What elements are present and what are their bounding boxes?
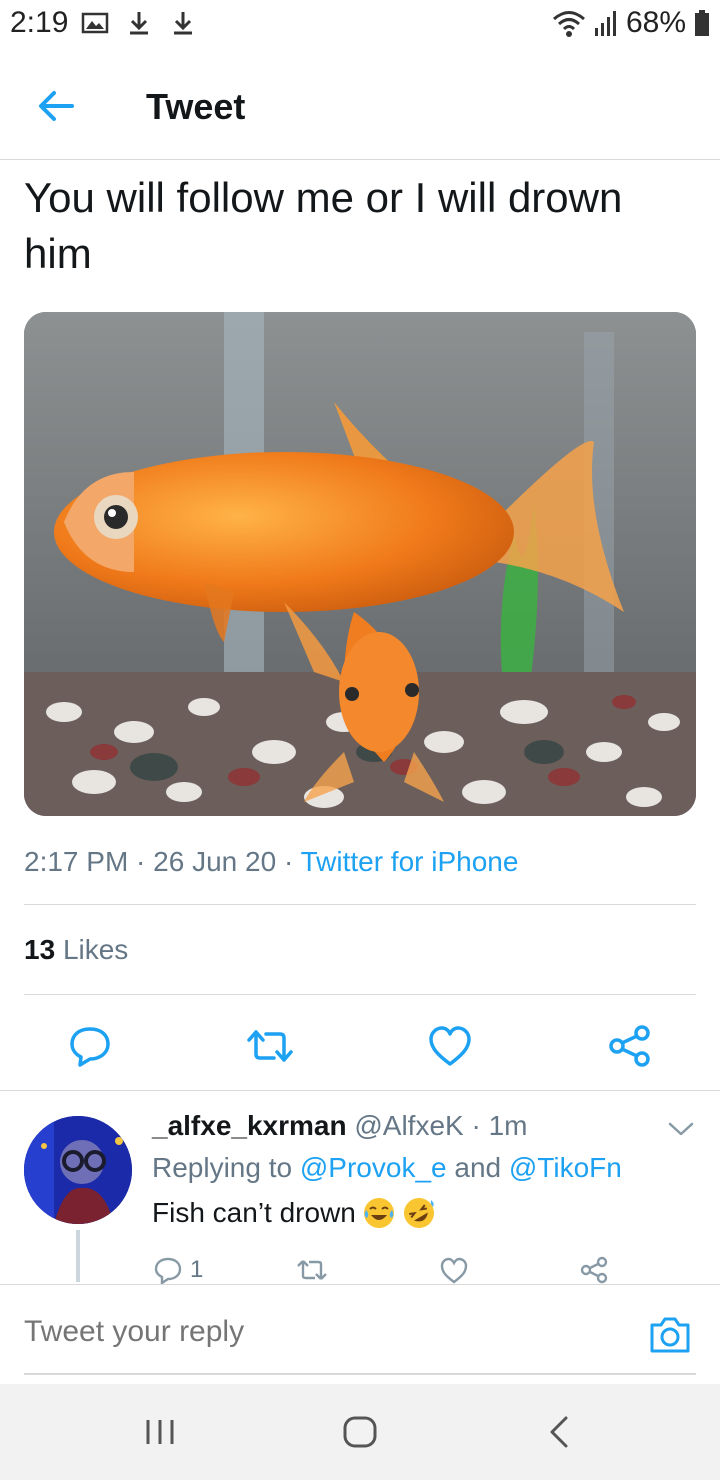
share-icon [609,1025,650,1067]
likes-label: Likes [62,934,129,965]
back-arrow-icon[interactable] [30,80,82,132]
tweet-actions [0,1020,720,1072]
likes-count[interactable]: 13 Likes [24,934,128,966]
replying-prefix: Replying to [152,1152,300,1183]
reply-icon [154,1257,182,1284]
chevron-down-icon[interactable] [664,1114,698,1144]
reply-display-name[interactable]: _alfxe_kxrman [152,1110,347,1141]
replying-and: and [446,1152,509,1183]
likes-number: 13 [24,934,56,965]
like-icon [429,1026,471,1066]
download-icon [174,12,192,35]
gallery-notification-icon [81,12,109,34]
tweet-media-image[interactable] [24,312,696,816]
mention-link[interactable]: @TikoFn [509,1152,622,1183]
reply-like-button[interactable] [440,1256,468,1284]
back-icon[interactable] [540,1412,580,1452]
recent-apps-icon[interactable] [140,1412,180,1452]
system-nav-bar [0,1384,720,1480]
reply-avatar[interactable] [24,1116,132,1224]
reply-body: Fish can’t drown [152,1196,436,1230]
reply-header: _alfxe_kxrman @AlfxeK · 1m [152,1110,528,1142]
reply-share-button[interactable] [580,1256,608,1284]
replying-to: Replying to @Provok_e and @TikoFn [152,1152,622,1184]
reply-handle[interactable]: @AlfxeK [354,1110,463,1141]
download-icon [130,12,148,35]
reply-reply-button[interactable]: 1 [154,1256,203,1284]
like-button[interactable] [424,1020,476,1072]
status-time: 2:19 [10,6,69,39]
reply-reply-count: 1 [190,1256,204,1283]
wifi-icon [552,11,585,37]
reply-dot: · [463,1110,489,1141]
tweet-meta: 2:17 PM · 26 Jun 20 · Twitter for iPhone [24,846,518,878]
tweet-time: 2:17 PM [24,846,129,877]
battery-percent: 68% [625,6,686,39]
reply-input[interactable] [24,1315,410,1349]
mention-link[interactable]: @Provok_e [300,1152,447,1183]
meta-separator: · [276,846,301,877]
reply-icon [70,1027,110,1067]
reply-actions: 1 [150,1256,670,1284]
compose-underline [24,1373,696,1375]
share-button[interactable] [604,1020,656,1072]
reply-retweet-button[interactable] [296,1256,328,1284]
retweet-icon [247,1030,293,1062]
page-title: Tweet [146,86,246,127]
tears-of-joy-emoji-icon [363,1198,394,1228]
share-icon [580,1256,608,1284]
app-header: Tweet [0,48,720,160]
home-icon[interactable] [340,1412,380,1452]
retweet-icon [297,1260,327,1280]
meta-separator: · [128,846,154,877]
reply-time: 1m [488,1110,528,1141]
signal-icon [594,11,616,36]
notification-icons [80,8,198,38]
reply-button[interactable] [64,1020,116,1072]
thread-line [76,1230,80,1282]
rolling-laughing-emoji-icon [403,1198,434,1228]
battery-icon [695,10,709,36]
tweet-source-link[interactable]: Twitter for iPhone [301,846,519,877]
retweet-button[interactable] [244,1020,296,1072]
divider [24,994,696,995]
camera-icon[interactable] [648,1313,692,1357]
compose-bar [0,1284,720,1384]
system-status: 68% [552,6,710,40]
divider [24,904,696,905]
tweet-date: 26 Jun 20 [153,846,277,877]
status-bar: 2:19 68% [0,0,720,48]
tweet-text: You will follow me or I will drown him [24,174,623,277]
reply-text: Fish can’t drown [152,1197,356,1228]
divider [0,1090,720,1091]
like-icon [440,1257,468,1284]
